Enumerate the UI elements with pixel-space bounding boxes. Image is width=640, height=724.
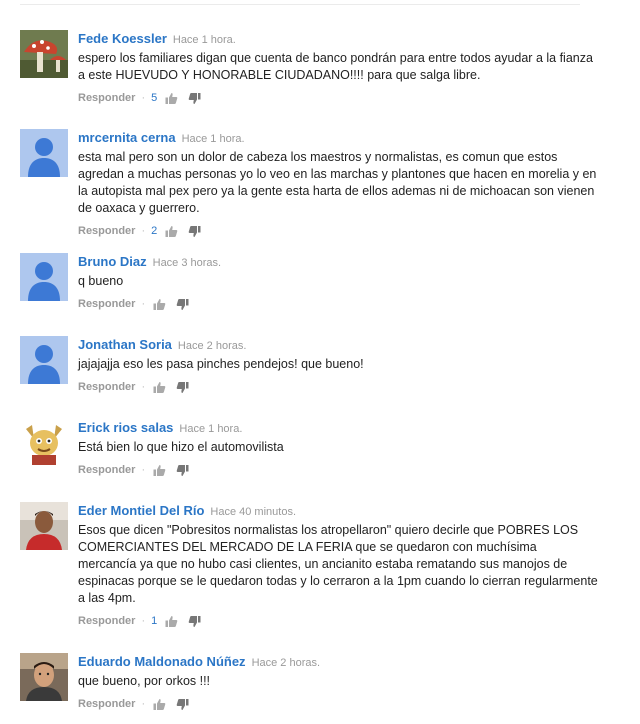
thumbs-up-icon[interactable] — [153, 298, 166, 311]
comment-body: Eduardo Maldonado Núñez Hace 2 horas. que … — [78, 653, 598, 712]
reply-button[interactable]: Responder — [78, 615, 135, 627]
thumbs-up-icon[interactable] — [165, 225, 178, 238]
avatar[interactable] — [20, 653, 68, 701]
like-count: 5 — [151, 92, 158, 104]
timestamp[interactable]: Hace 1 hora. — [173, 34, 236, 46]
avatar[interactable] — [20, 336, 68, 384]
reply-button[interactable]: Responder — [78, 698, 135, 710]
comment-text: q bueno — [78, 274, 124, 288]
thumbs-down-icon[interactable] — [188, 92, 201, 105]
like-count: 2 — [151, 225, 158, 237]
comment-body: Jonathan Soria Hace 2 horas. jajajajja eso… — [78, 336, 598, 395]
comment-meta: mrcernita cerna Hace 1 hora. — [78, 129, 598, 147]
comment-meta: Jonathan Soria Hace 2 horas. — [78, 336, 598, 354]
thumbs-up-icon[interactable] — [165, 615, 178, 628]
thumbs-up-icon[interactable] — [153, 464, 166, 477]
comment-actions: Responder · — [78, 696, 598, 712]
author-name[interactable]: Erick rios salas — [78, 420, 173, 435]
like-count: 1 — [151, 615, 158, 627]
comment-actions: Responder · — [78, 296, 598, 312]
separator: · — [141, 698, 146, 710]
comment-meta: Eduardo Maldonado Núñez Hace 2 horas. — [78, 653, 598, 671]
timestamp[interactable]: Hace 2 horas. — [178, 340, 246, 352]
separator: · — [141, 615, 146, 627]
author-name[interactable]: Eder Montiel Del Río — [78, 503, 204, 518]
reply-button[interactable]: Responder — [78, 298, 135, 310]
comment-actions: Responder · — [78, 379, 598, 395]
thumbs-down-icon[interactable] — [188, 225, 201, 238]
divider — [20, 4, 580, 5]
comment-meta: Bruno Diaz Hace 3 horas. — [78, 253, 598, 271]
avatar[interactable] — [20, 30, 68, 78]
comment-body: Erick rios salas Hace 1 hora. Está bien lo… — [78, 419, 598, 478]
timestamp[interactable]: Hace 2 horas. — [252, 657, 320, 669]
author-name[interactable]: Bruno Diaz — [78, 254, 147, 269]
thumbs-up-icon[interactable] — [153, 698, 166, 711]
thumbs-down-icon[interactable] — [176, 698, 189, 711]
comment-actions: Responder · 1 — [78, 613, 598, 629]
avatar[interactable] — [20, 502, 68, 550]
comment-body: Fede Koessler Hace 1 hora. espero los fami… — [78, 30, 598, 106]
separator: · — [141, 92, 146, 104]
timestamp[interactable]: Hace 40 minutos. — [210, 506, 296, 518]
reply-button[interactable]: Responder — [78, 92, 135, 104]
avatar[interactable] — [20, 129, 68, 177]
comment-body: Bruno Diaz Hace 3 horas. q bueno Responder · — [78, 253, 598, 312]
thumbs-down-icon[interactable] — [188, 615, 201, 628]
comment-text: que bueno, por orkos !!! — [78, 674, 211, 688]
comment-meta: Erick rios salas Hace 1 hora. — [78, 419, 598, 437]
thumbs-up-icon[interactable] — [153, 381, 166, 394]
author-name[interactable]: Fede Koessler — [78, 31, 167, 46]
comment-meta: Eder Montiel Del Río Hace 40 minutos. — [78, 502, 598, 520]
comment-body: mrcernita cerna Hace 1 hora. esta mal pero… — [78, 129, 598, 239]
comment-actions: Responder · 5 — [78, 90, 598, 106]
reply-button[interactable]: Responder — [78, 464, 135, 476]
author-name[interactable]: Jonathan Soria — [78, 337, 172, 352]
separator: · — [141, 225, 146, 237]
timestamp[interactable]: Hace 1 hora. — [179, 423, 242, 435]
comment-text: esta mal pero son un dolor de cabeza los… — [78, 150, 597, 215]
comment-actions: Responder · — [78, 462, 598, 478]
separator: · — [141, 381, 146, 393]
thumbs-down-icon[interactable] — [176, 464, 189, 477]
author-name[interactable]: Eduardo Maldonado Núñez — [78, 654, 246, 669]
comment-actions: Responder · 2 — [78, 223, 598, 239]
separator: · — [141, 464, 146, 476]
comment-text: jajajajja eso les pasa pinches pendejos!… — [78, 357, 364, 371]
comment-text: Está bien lo que hizo el automovilista — [78, 440, 284, 454]
thumbs-up-icon[interactable] — [165, 92, 178, 105]
author-name[interactable]: mrcernita cerna — [78, 130, 176, 145]
avatar[interactable] — [20, 253, 68, 301]
reply-button[interactable]: Responder — [78, 381, 135, 393]
comment-body: Eder Montiel Del Río Hace 40 minutos. Esos… — [78, 502, 598, 629]
thumbs-down-icon[interactable] — [176, 298, 189, 311]
comment-meta: Fede Koessler Hace 1 hora. — [78, 30, 598, 48]
avatar[interactable] — [20, 419, 68, 467]
comment-feed: Fede Koessler Hace 1 hora. espero los fami… — [0, 0, 640, 724]
comment-text: Esos que dicen "Pobresitos normalistas l… — [78, 523, 598, 605]
separator: · — [141, 298, 146, 310]
comment-text: espero los familiares digan que cuenta d… — [78, 51, 593, 82]
reply-button[interactable]: Responder — [78, 225, 135, 237]
thumbs-down-icon[interactable] — [176, 381, 189, 394]
timestamp[interactable]: Hace 3 horas. — [153, 257, 221, 269]
timestamp[interactable]: Hace 1 hora. — [182, 133, 245, 145]
